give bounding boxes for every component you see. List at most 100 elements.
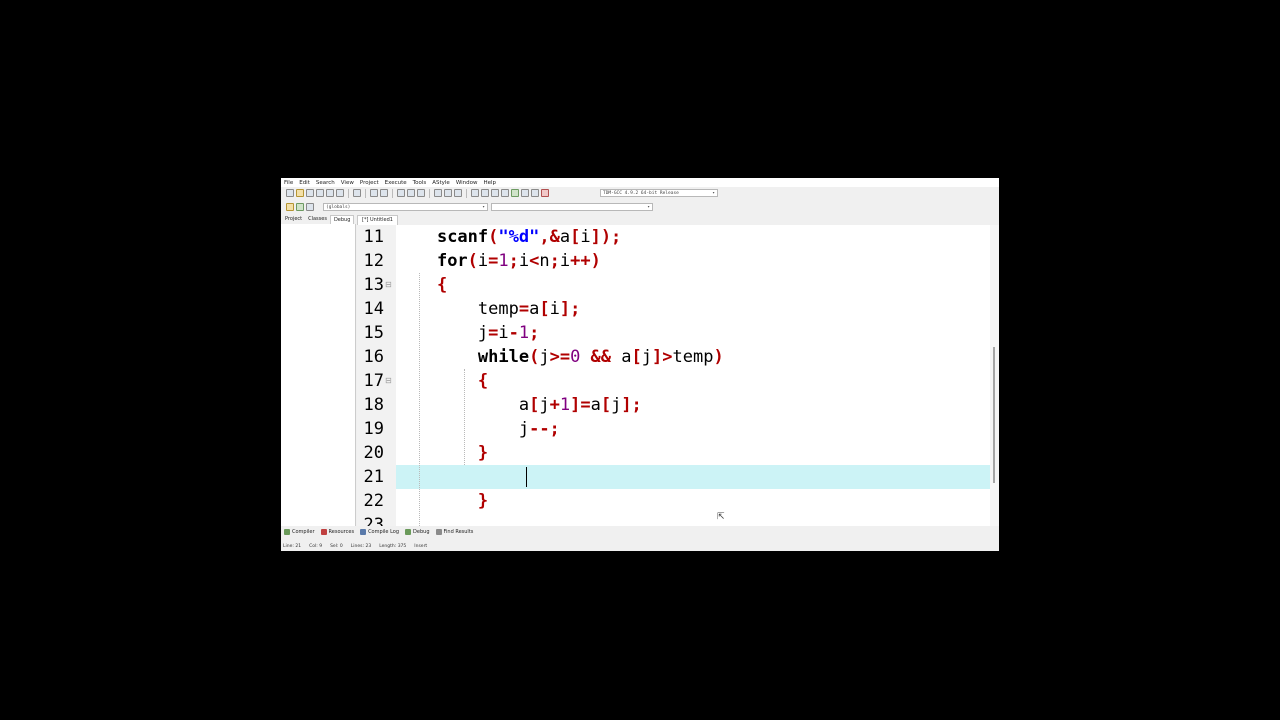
tab-find-results[interactable]: Find Results (433, 529, 477, 535)
code-token: [ (600, 395, 612, 415)
tab-classes[interactable]: Classes (305, 215, 330, 224)
status-lines: Lines: 23 (349, 544, 377, 549)
rebuild-icon[interactable] (501, 189, 509, 197)
code-token: --; (529, 419, 560, 439)
status-line-label: Line: (283, 543, 294, 549)
code-line[interactable]: scanf("%d",&a[i]); (396, 225, 990, 249)
compile-run-icon[interactable] (491, 189, 499, 197)
compile-log-icon (360, 529, 367, 535)
code-line[interactable]: { (396, 273, 990, 297)
scrollbar-thumb[interactable] (993, 347, 995, 483)
menu-view[interactable]: View (338, 180, 357, 186)
goto-bookmark-icon[interactable] (306, 203, 314, 211)
code-line[interactable]: for(i=1;i<n;i++) (396, 249, 990, 273)
tab-resources[interactable]: Resources (318, 529, 358, 535)
open-file-icon[interactable] (296, 189, 304, 197)
members-select[interactable]: ▾ (491, 203, 653, 211)
new-file-icon[interactable] (286, 189, 294, 197)
menu-edit[interactable]: Edit (296, 180, 313, 186)
code-token: >= (549, 347, 571, 367)
tab-compile-log[interactable]: Compile Log (357, 529, 402, 535)
stop-execution-icon[interactable] (521, 189, 529, 197)
code-token: [ (631, 347, 642, 367)
code-line[interactable] (396, 513, 990, 526)
toolbar-separator (466, 188, 467, 198)
menu-tools[interactable]: Tools (410, 180, 430, 186)
code-line[interactable]: a[j+1]=a[j]; (396, 393, 990, 417)
status-col-label: Col: (309, 543, 318, 549)
menu-project[interactable]: Project (357, 180, 382, 186)
code-line[interactable]: j=i-1; (396, 321, 990, 345)
tab-untitled1[interactable]: [*] Untitled1 (357, 215, 398, 225)
code-token: ; (529, 323, 540, 343)
code-token: ]> (652, 347, 673, 367)
code-token: j (477, 323, 489, 343)
globals-select[interactable]: (globals) ▾ (323, 203, 488, 211)
code-line[interactable]: temp=a[i]; (396, 297, 990, 321)
tab-compiler[interactable]: Compiler (281, 529, 318, 535)
tab-debug-output[interactable]: Debug (402, 529, 432, 535)
profile-icon[interactable] (541, 189, 549, 197)
code-token: [ (539, 299, 550, 319)
menu-file[interactable]: File (281, 180, 296, 186)
tab-compiler-label: Compiler (292, 529, 315, 535)
code-token: { (477, 371, 489, 391)
code-token: 0 (570, 347, 581, 367)
status-lines-value: 23 (365, 543, 372, 549)
toolbar-separator (429, 188, 430, 198)
code-token: a (518, 395, 530, 415)
code-token: 1 (498, 251, 509, 271)
redo-icon[interactable] (380, 189, 388, 197)
close-icon[interactable] (326, 189, 334, 197)
code-token: while (477, 347, 530, 367)
menu-window[interactable]: Window (453, 180, 481, 186)
code-line[interactable]: } (396, 441, 990, 465)
run-icon[interactable] (481, 189, 489, 197)
chevron-down-icon: ▾ (712, 191, 715, 196)
fold-marker-icon[interactable]: ⊟ (385, 377, 392, 385)
save-all-icon[interactable] (316, 189, 324, 197)
find-icon[interactable] (397, 189, 405, 197)
code-line[interactable]: j--; (396, 417, 990, 441)
check-syntax-icon[interactable] (511, 189, 519, 197)
indent-guide (464, 369, 465, 465)
code-token: ( (488, 227, 499, 247)
save-icon[interactable] (306, 189, 314, 197)
tab-project[interactable]: Project (282, 215, 305, 224)
code-token: j (539, 395, 550, 415)
status-length-label: Length: (379, 543, 397, 549)
menu-search[interactable]: Search (313, 180, 338, 186)
code-line[interactable]: } (396, 489, 990, 513)
code-line[interactable] (396, 465, 990, 489)
bookmark-icon[interactable] (454, 189, 462, 197)
tab-debug[interactable]: Debug (329, 215, 355, 224)
vertical-scrollbar[interactable] (990, 225, 999, 526)
line-number: 15 (363, 323, 384, 343)
code-token: temp (672, 347, 714, 367)
undo-icon[interactable] (370, 189, 378, 197)
compile-icon[interactable] (471, 189, 479, 197)
forward-icon[interactable] (444, 189, 452, 197)
compiler-select[interactable]: TDM-GCC 4.9.2 64-bit Release ▾ (600, 189, 718, 197)
code-line[interactable]: { (396, 369, 990, 393)
code-editor[interactable]: 11 12 13 14 15 16 17 18 19 20 21 22 23 scanf("%d",&a… (357, 225, 999, 526)
code-line[interactable]: while(j>=0 && a[j]>temp) (396, 345, 990, 369)
replace-icon[interactable] (407, 189, 415, 197)
goto-line-icon[interactable] (417, 189, 425, 197)
debug-icon[interactable] (531, 189, 539, 197)
menu-execute[interactable]: Execute (382, 180, 410, 186)
back-icon[interactable] (434, 189, 442, 197)
code-token: ]; (559, 299, 581, 319)
insert-icon[interactable] (286, 203, 294, 211)
resources-icon (320, 529, 327, 535)
fold-marker-icon[interactable]: ⊟ (385, 281, 392, 289)
close-all-icon[interactable] (336, 189, 344, 197)
print-icon[interactable] (353, 189, 361, 197)
code-token: { (436, 275, 448, 295)
code-token: + (549, 395, 560, 415)
toggle-bookmark-icon[interactable] (296, 203, 304, 211)
chevron-down-icon: ▾ (482, 205, 485, 210)
menu-help[interactable]: Help (481, 180, 500, 186)
menu-astyle[interactable]: AStyle (429, 180, 453, 186)
